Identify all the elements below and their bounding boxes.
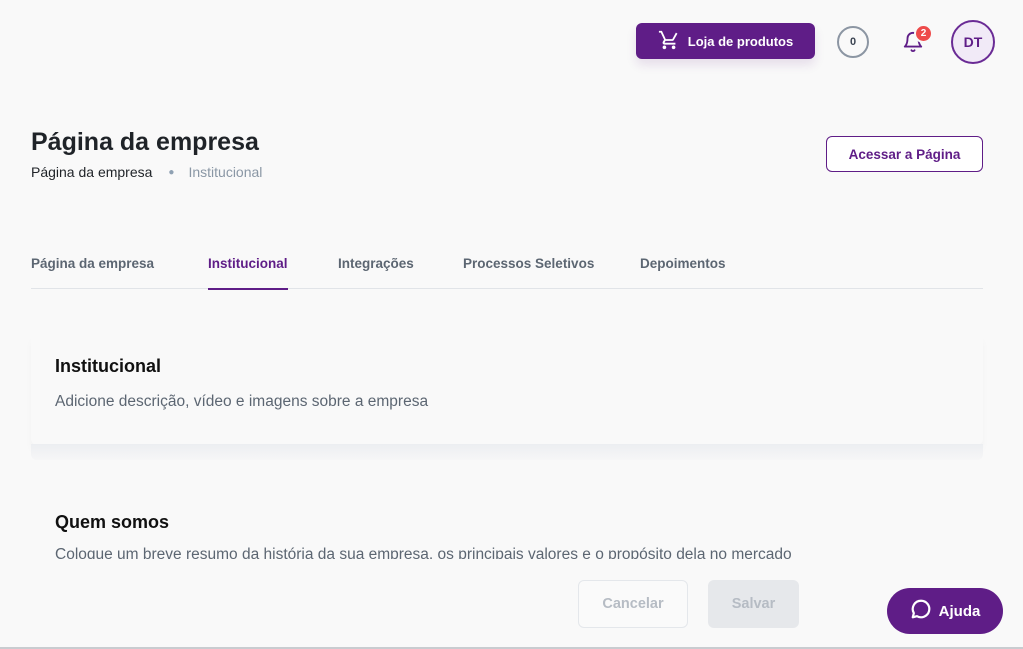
help-button[interactable]: Ajuda: [887, 588, 1003, 634]
tab-integracoes[interactable]: Integrações: [338, 256, 414, 289]
institucional-card: [31, 330, 983, 445]
quem-somos-title: Quem somos: [55, 512, 170, 532]
save-button[interactable]: Salvar: [708, 580, 799, 628]
card-divider: [31, 444, 983, 460]
tab-label: Depoimentos: [640, 256, 726, 271]
tab-label: Institucional: [208, 256, 288, 271]
chat-bubble-icon: [910, 598, 932, 624]
top-header: Loja de produtos 0 2 DT: [0, 0, 1023, 90]
breadcrumb-separator-icon: ●: [168, 166, 175, 178]
institucional-description: Adicione descrição, vídeo e imagens sobr…: [55, 393, 429, 410]
institucional-title: Institucional: [55, 356, 162, 376]
coin-counter[interactable]: 0: [837, 26, 869, 58]
tab-label: Integrações: [338, 256, 414, 271]
cancel-button[interactable]: Cancelar: [578, 580, 688, 628]
tab-depoimentos[interactable]: Depoimentos: [640, 256, 726, 289]
tab-processos-seletivos[interactable]: Processos Seletivos: [463, 256, 594, 289]
breadcrumb: Página da empresa ● Institucional: [31, 164, 262, 180]
cancel-label: Cancelar: [602, 596, 664, 612]
page-title: Página da empresa: [31, 128, 259, 156]
tab-bar: Página da empresa Institucional Integraç…: [31, 256, 983, 290]
access-page-button[interactable]: Acessar a Página: [826, 136, 983, 172]
notification-badge: 2: [914, 24, 933, 43]
avatar[interactable]: DT: [951, 20, 995, 64]
tab-label: Página da empresa: [31, 256, 155, 271]
tab-label: Processos Seletivos: [463, 256, 595, 271]
tab-company-page[interactable]: Página da empresa: [31, 256, 154, 289]
help-label: Ajuda: [938, 602, 981, 620]
coin-count: 0: [849, 36, 857, 48]
quem-somos-description: Coloque um breve resumo da história da s…: [55, 546, 792, 559]
access-page-label: Acessar a Página: [848, 146, 961, 162]
store-button-label: Loja de produtos: [687, 33, 794, 49]
tab-institucional[interactable]: Institucional: [208, 256, 288, 290]
save-label: Salvar: [731, 596, 776, 612]
avatar-initials: DT: [963, 34, 983, 50]
quem-somos-description-container: Coloque um breve resumo da história da s…: [55, 545, 955, 559]
notification-count: 2: [920, 28, 927, 39]
breadcrumb-item-company-page[interactable]: Página da empresa: [31, 164, 152, 180]
store-button[interactable]: Loja de produtos: [636, 23, 815, 59]
breadcrumb-item-current: Institucional: [188, 164, 263, 180]
cart-icon: [658, 29, 680, 54]
